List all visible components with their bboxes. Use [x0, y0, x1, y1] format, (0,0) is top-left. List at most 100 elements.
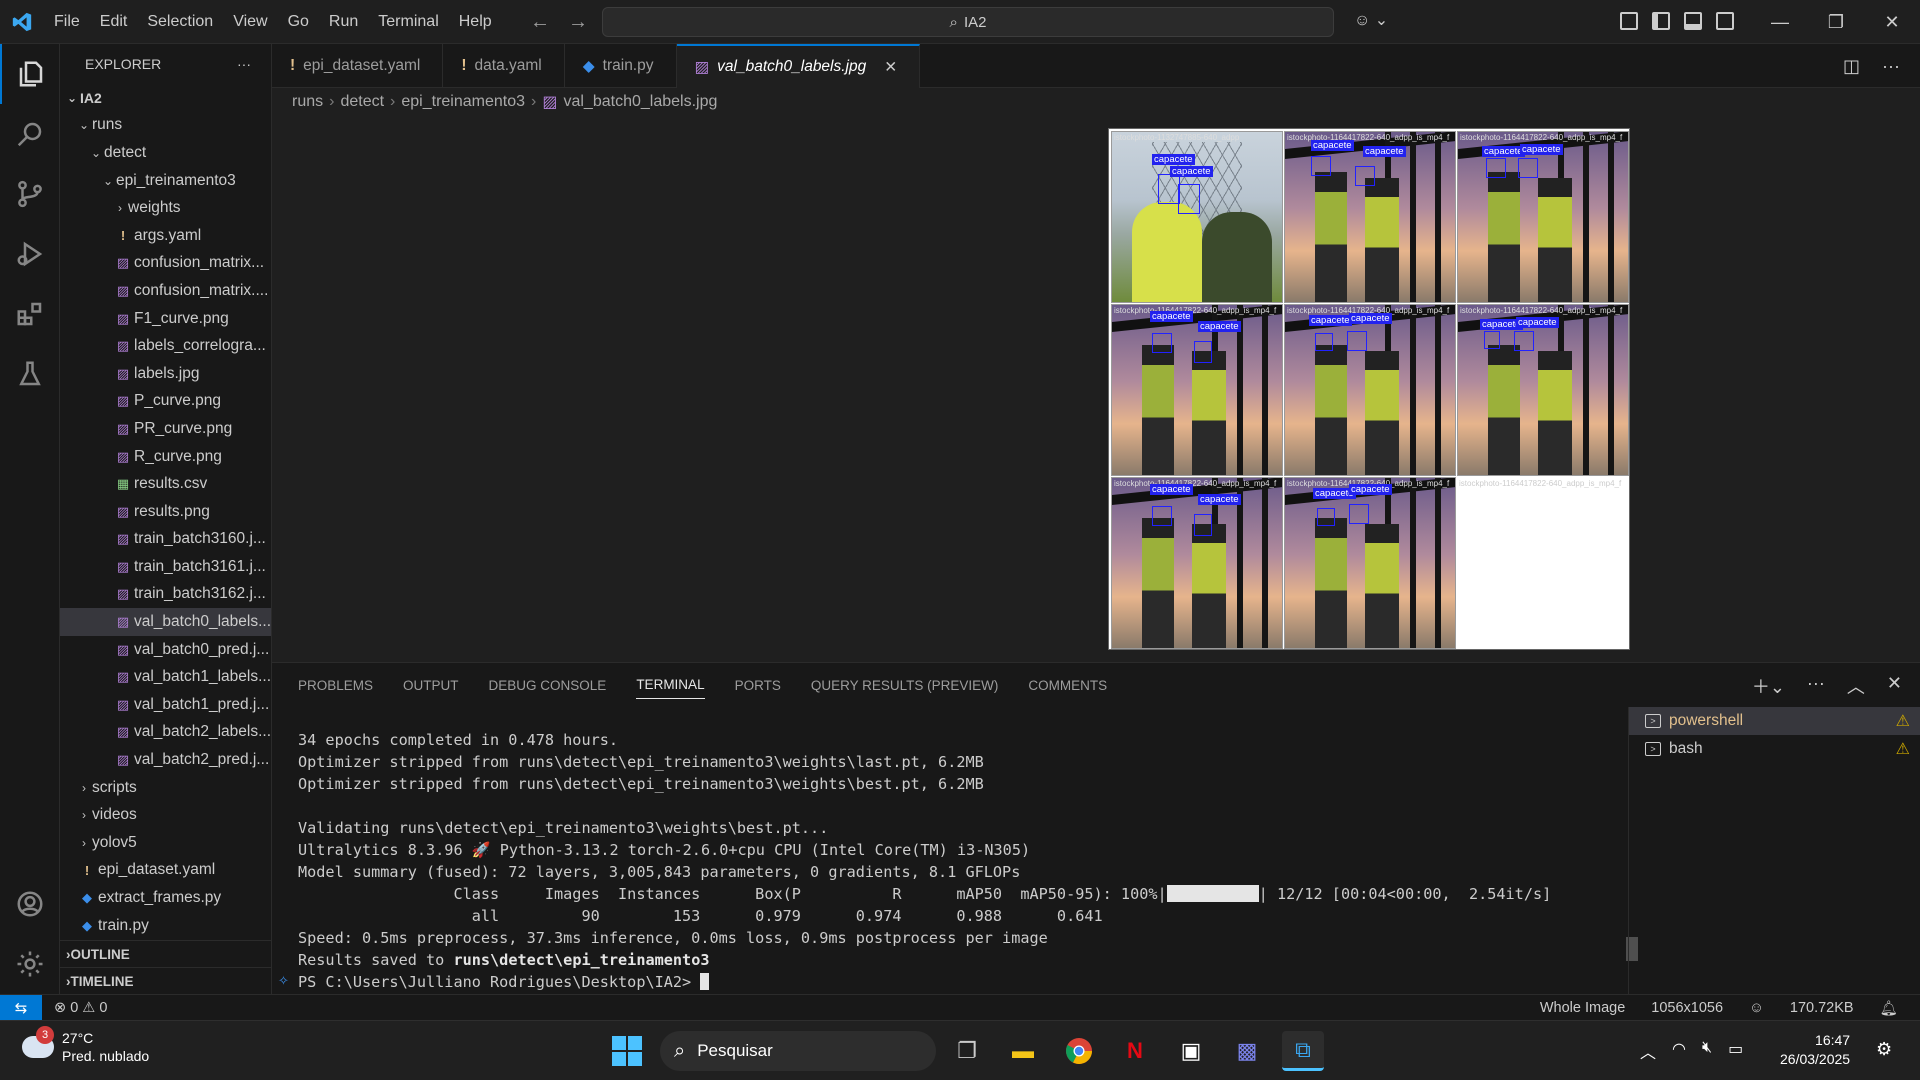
timeline-section[interactable]: › TIMELINE	[60, 967, 272, 994]
breadcrumb-item[interactable]: detect	[340, 93, 384, 111]
menu-item-file[interactable]: File	[44, 0, 90, 44]
vscode-taskbar-icon[interactable]: ⧉	[1282, 1031, 1324, 1071]
chevron-up-icon[interactable]: ︿	[1640, 1039, 1656, 1063]
tree-item[interactable]: › weights	[60, 194, 271, 222]
panel-tab-debug[interactable]: DEBUG CONSOLE	[489, 678, 607, 693]
panel-tab-problems[interactable]: PROBLEMS	[298, 678, 373, 693]
tree-item[interactable]: ▨ train_batch3160.j...	[60, 526, 271, 554]
new-terminal-icon[interactable]: ＋⌄	[1752, 673, 1785, 699]
source-control-icon[interactable]	[0, 164, 60, 224]
copilot-status-icon[interactable]: ☺	[1749, 1000, 1764, 1016]
menu-item-edit[interactable]: Edit	[90, 0, 138, 44]
menu-item-help[interactable]: Help	[449, 0, 502, 44]
tree-item[interactable]: › scripts	[60, 774, 271, 802]
restore-icon[interactable]: ❐	[1808, 0, 1864, 44]
clock[interactable]: 16:47 26/03/2025	[1780, 1031, 1850, 1069]
tree-item[interactable]: ▨ train_batch3161.j...	[60, 553, 271, 581]
tab-epi-dataset-yaml[interactable]: ! epi_dataset.yaml	[272, 44, 444, 88]
tree-item[interactable]: ▨ results.png	[60, 498, 271, 526]
weather-widget[interactable]: 3 27°C Pred. nublado	[22, 1026, 149, 1065]
tree-item[interactable]: ▨ confusion_matrix...	[60, 250, 271, 278]
accounts-icon[interactable]	[0, 874, 60, 934]
outline-section[interactable]: › OUTLINE	[60, 940, 272, 967]
run-debug-icon[interactable]	[0, 224, 60, 284]
customize-layout-icon[interactable]	[1620, 12, 1638, 30]
pluto-tv-icon[interactable]: ▣	[1170, 1031, 1212, 1071]
terminal-output[interactable]: 34 epochs completed in 0.478 hours. Optim…	[298, 729, 1598, 993]
panel-tab-terminal[interactable]: TERMINAL	[636, 677, 705, 699]
command-center-search[interactable]: ⌕ IA2	[602, 7, 1334, 37]
tree-item[interactable]: ▨ val_batch1_pred.j...	[60, 691, 271, 719]
close-window-icon[interactable]: ✕	[1864, 0, 1920, 44]
tree-item[interactable]: ▨ labels_correlogra...	[60, 332, 271, 360]
tree-item[interactable]: ! epi_dataset.yaml	[60, 857, 271, 885]
toggle-panel-icon[interactable]	[1684, 12, 1702, 30]
remote-indicator-icon[interactable]: ⇆	[0, 994, 42, 1021]
tree-item[interactable]: ⌄ detect	[60, 139, 271, 167]
teams-icon[interactable]: ▩	[1226, 1031, 1268, 1071]
task-view-icon[interactable]: ❐	[946, 1031, 988, 1071]
menu-item-selection[interactable]: Selection	[137, 0, 223, 44]
panel-tab-query[interactable]: QUERY RESULTS (PREVIEW)	[811, 678, 999, 693]
toggle-primary-sidebar-icon[interactable]	[1652, 12, 1670, 30]
speaker-muted-icon[interactable]: 🔇︎	[1702, 1039, 1712, 1063]
tree-item[interactable]: ! args.yaml	[60, 222, 271, 250]
settings-gear-icon[interactable]	[0, 934, 60, 994]
wifi-icon[interactable]: ◠	[1672, 1039, 1686, 1063]
start-button-icon[interactable]	[612, 1036, 642, 1066]
tree-item[interactable]: ▨ val_batch2_labels...	[60, 719, 271, 747]
terminal-session-powershell[interactable]: > powershell ⚠	[1629, 707, 1920, 735]
tree-item[interactable]: ▨ confusion_matrix....	[60, 277, 271, 305]
breadcrumb-item[interactable]: runs	[292, 93, 323, 111]
tab-val-batch0-labels-jpg[interactable]: ▨ val_batch0_labels.jpg ✕	[676, 44, 921, 88]
tree-item[interactable]: ▨ F1_curve.png	[60, 305, 271, 333]
menu-item-run[interactable]: Run	[319, 0, 368, 44]
battery-icon[interactable]: ▭	[1728, 1039, 1743, 1063]
tree-item[interactable]: ▨ val_batch0_labels...	[60, 608, 271, 636]
problems-status[interactable]: ⊗ 0 ⚠ 0	[54, 1000, 107, 1016]
tree-item[interactable]: ▨ R_curve.png	[60, 443, 271, 471]
close-panel-icon[interactable]: ✕	[1887, 673, 1902, 699]
zoom-status[interactable]: Whole Image	[1540, 1000, 1625, 1016]
command-decoration-icon[interactable]: ✧	[278, 973, 289, 989]
close-tab-icon[interactable]: ✕	[884, 58, 897, 77]
more-actions-icon[interactable]: ···	[1882, 56, 1900, 77]
workspace-root[interactable]: ⌄ IA2	[60, 84, 271, 112]
search-view-icon[interactable]	[0, 104, 60, 164]
explorer-icon[interactable]	[0, 44, 60, 104]
panel-tab-comments[interactable]: COMMENTS	[1028, 678, 1107, 693]
more-actions-icon[interactable]: ···	[1807, 673, 1825, 699]
tree-item[interactable]: ▨ P_curve.png	[60, 388, 271, 416]
file-explorer-icon[interactable]: ▬	[1002, 1031, 1044, 1071]
tree-item[interactable]: ▦ results.csv	[60, 470, 271, 498]
tree-item[interactable]: ⌄ runs	[60, 112, 271, 140]
extensions-icon[interactable]	[0, 284, 60, 344]
terminal-session-bash[interactable]: > bash ⚠	[1629, 735, 1920, 763]
tree-item[interactable]: ⌄ epi_treinamento3	[60, 167, 271, 195]
tree-item[interactable]: ▨ val_batch2_pred.j...	[60, 746, 271, 774]
tree-item[interactable]: ▨ val_batch1_labels...	[60, 663, 271, 691]
taskbar-search[interactable]: ⌕ Pesquisar	[660, 1031, 936, 1071]
notifications-bell-icon[interactable]: 🔔︎	[1880, 1000, 1898, 1017]
breadcrumb-item[interactable]: epi_treinamento3	[401, 93, 525, 111]
menu-item-terminal[interactable]: Terminal	[368, 0, 448, 44]
breadcrumb-item[interactable]: val_batch0_labels.jpg	[563, 93, 717, 111]
back-arrow-icon[interactable]: ←	[530, 11, 550, 34]
testing-icon[interactable]	[0, 344, 60, 404]
tab-data-yaml[interactable]: ! data.yaml	[443, 44, 565, 88]
tree-item[interactable]: ◆ train.py	[60, 912, 271, 940]
notification-center-icon[interactable]: ⚙	[1876, 1039, 1892, 1060]
toggle-secondary-sidebar-icon[interactable]	[1716, 12, 1734, 30]
more-actions-icon[interactable]: ···	[237, 56, 251, 72]
split-editor-icon[interactable]: ◫	[1843, 56, 1860, 77]
tree-item[interactable]: ▨ train_batch3162.j...	[60, 581, 271, 609]
maximize-panel-icon[interactable]: ︿	[1847, 673, 1865, 699]
menu-item-view[interactable]: View	[223, 0, 277, 44]
tree-item[interactable]: ▨ labels.jpg	[60, 360, 271, 388]
netflix-icon[interactable]: N	[1114, 1031, 1156, 1071]
forward-arrow-icon[interactable]: →	[568, 11, 588, 34]
copilot-icon[interactable]: ☺ ⌄	[1354, 10, 1388, 30]
tree-item[interactable]: ▨ val_batch0_pred.j...	[60, 636, 271, 664]
minimize-icon[interactable]: —	[1752, 0, 1808, 44]
tree-item[interactable]: › yolov5	[60, 829, 271, 857]
